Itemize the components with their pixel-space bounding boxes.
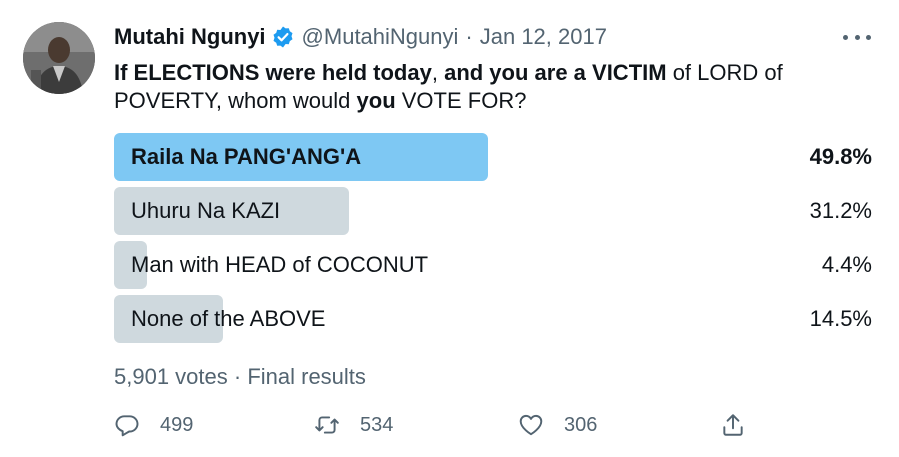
poll-summary-separator: · bbox=[233, 364, 242, 389]
poll-option-label: Raila Na PANG'ANG'A bbox=[131, 144, 362, 169]
poll-option-label: Uhuru Na KAZI bbox=[131, 198, 281, 223]
retweet-button[interactable]: 534 bbox=[314, 408, 393, 442]
like-button[interactable]: 306 bbox=[518, 408, 597, 442]
author-name[interactable]: Mutahi Ngunyi bbox=[114, 24, 266, 50]
tweet-text-bold: If ELECTIONS were held today bbox=[114, 60, 432, 85]
more-dot bbox=[866, 34, 871, 40]
poll-option-percent: 49.8% bbox=[809, 144, 872, 169]
poll: Raila Na PANG'ANG'A 49.8% Uhuru Na KAZI … bbox=[114, 133, 872, 349]
poll-status: Final results bbox=[247, 364, 366, 389]
poll-option-percent: 14.5% bbox=[809, 306, 872, 331]
share-button[interactable] bbox=[720, 408, 746, 442]
action-bar: 499 534 306 bbox=[114, 408, 754, 442]
poll-votes: 5,901 votes bbox=[114, 364, 228, 389]
avatar-image bbox=[23, 22, 95, 94]
retweet-icon bbox=[315, 416, 339, 434]
verified-badge-icon bbox=[273, 26, 293, 48]
poll-option: Uhuru Na KAZI 31.2% bbox=[114, 187, 872, 235]
tweet-text-plain: , bbox=[431, 60, 445, 85]
poll-option-label: None of the ABOVE bbox=[131, 306, 326, 331]
poll-summary: 5,901 votes · Final results bbox=[114, 364, 366, 390]
avatar[interactable] bbox=[23, 22, 95, 94]
poll-option-percent: 4.4% bbox=[821, 252, 872, 277]
tweet-date[interactable]: Jan 12, 2017 bbox=[480, 24, 607, 50]
poll-option: None of the ABOVE 14.5% bbox=[114, 295, 872, 343]
share-icon bbox=[723, 414, 743, 436]
reply-count: 499 bbox=[160, 413, 194, 436]
tweet-text-plain: VOTE FOR? bbox=[395, 88, 527, 113]
tweet-header: Mutahi Ngunyi @MutahiNgunyi · Jan 12, 20… bbox=[114, 23, 607, 51]
tweet: Mutahi Ngunyi @MutahiNgunyi · Jan 12, 20… bbox=[0, 0, 899, 457]
reply-icon bbox=[115, 415, 139, 437]
poll-option: Man with HEAD of COCONUT 4.4% bbox=[114, 241, 872, 289]
tweet-text: If ELECTIONS were held today, and you ar… bbox=[114, 59, 874, 115]
poll-option-percent: 31.2% bbox=[809, 198, 872, 223]
header-separator: · bbox=[465, 24, 473, 49]
heart-icon bbox=[519, 414, 543, 436]
poll-option-label: Man with HEAD of COCONUT bbox=[131, 252, 429, 277]
like-count: 306 bbox=[564, 413, 598, 436]
retweet-count: 534 bbox=[360, 413, 394, 436]
tweet-text-bold: and you are a VICTIM bbox=[444, 60, 667, 85]
tweet-text-bold: you bbox=[356, 88, 396, 113]
more-dot bbox=[843, 34, 848, 40]
more-dot bbox=[854, 34, 860, 40]
reply-button[interactable]: 499 bbox=[114, 408, 193, 442]
poll-option: Raila Na PANG'ANG'A 49.8% bbox=[114, 133, 872, 181]
more-options-icon[interactable] bbox=[843, 27, 871, 47]
author-handle[interactable]: @MutahiNgunyi bbox=[302, 24, 459, 50]
